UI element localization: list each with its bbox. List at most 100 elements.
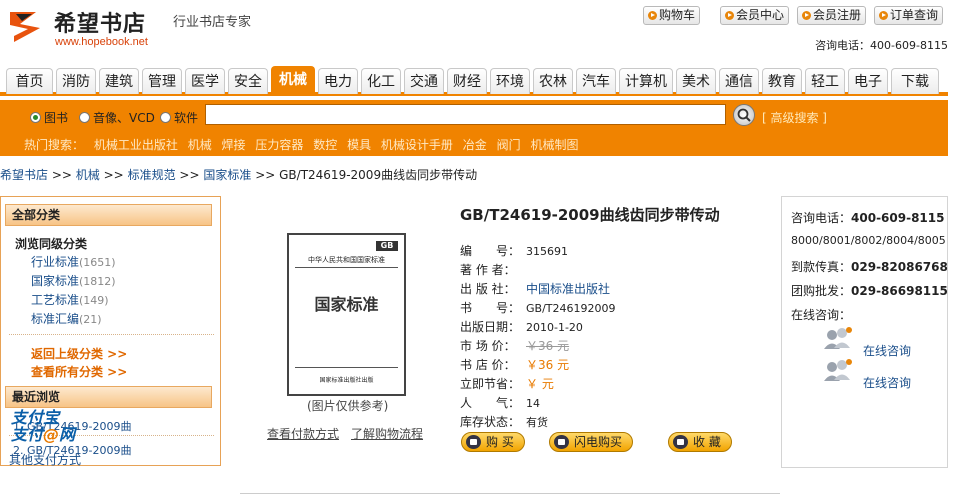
tab-electronics[interactable]: 电子 bbox=[848, 68, 888, 94]
quick-buy-button[interactable]: 闪电购买 bbox=[549, 432, 634, 452]
divider bbox=[295, 267, 398, 268]
arrow-icon bbox=[725, 11, 734, 20]
arrow-icon bbox=[648, 11, 657, 20]
hotline: 咨询电话：400-609-8115 bbox=[815, 39, 948, 52]
alipay-logo[interactable]: 支付宝 支付@网 bbox=[11, 409, 75, 443]
breadcrumb-machinery[interactable]: 机械 bbox=[76, 168, 100, 182]
online-consult-label: 在线咨询： bbox=[791, 308, 852, 322]
tab-light-industry[interactable]: 轻工 bbox=[805, 68, 845, 94]
cover-header: 中华人民共和国国家标准 bbox=[308, 256, 385, 264]
hot-search-label: 热门搜索： bbox=[24, 138, 85, 152]
same-level-heading: 浏览同级分类 bbox=[15, 237, 88, 251]
hot-term[interactable]: 压力容器 bbox=[255, 138, 303, 152]
cart-button[interactable]: 购物车 bbox=[643, 6, 701, 25]
field-stock: 库存状态： 有货 bbox=[460, 415, 548, 429]
site-url[interactable]: www.hopebook.net bbox=[55, 36, 148, 48]
cover-text: 国家标准 bbox=[314, 295, 379, 314]
tab-computer[interactable]: 计算机 bbox=[619, 68, 673, 94]
hot-term[interactable]: 冶金 bbox=[463, 138, 487, 152]
tab-fire[interactable]: 消防 bbox=[56, 68, 96, 94]
tab-machinery[interactable]: 机械 bbox=[271, 66, 315, 96]
cover-caption: (图片仅供参考) bbox=[307, 399, 389, 413]
shopping-flow-link[interactable]: 了解购物流程 bbox=[351, 425, 423, 442]
search-icon bbox=[737, 108, 751, 122]
tab-architecture[interactable]: 建筑 bbox=[99, 68, 139, 94]
back-to-parent-link[interactable]: 返回上级分类 >> bbox=[31, 345, 127, 362]
book-cover-image[interactable]: GB 中华人民共和国国家标准 国家标准 国家标准出版社出版 bbox=[287, 233, 406, 396]
online-consult-link[interactable]: 在线咨询 bbox=[863, 342, 911, 359]
contact-lines: 8000/8001/8002/8004/8005 bbox=[791, 234, 946, 247]
radio-icon bbox=[79, 112, 90, 123]
online-consult-link[interactable]: 在线咨询 bbox=[863, 374, 911, 391]
tab-download[interactable]: 下载 bbox=[891, 68, 939, 94]
category-industry-standards[interactable]: 行业标准(1651) bbox=[31, 253, 116, 270]
hot-term[interactable]: 机械工业出版社 bbox=[94, 138, 178, 152]
tab-art[interactable]: 美术 bbox=[676, 68, 716, 94]
field-publisher: 出 版 社： 中国标准出版社 bbox=[460, 282, 611, 296]
all-categories-heading: 全部分类 bbox=[5, 204, 212, 226]
breadcrumb-home[interactable]: 希望书店 bbox=[0, 168, 48, 182]
hot-term[interactable]: 机械制图 bbox=[530, 138, 578, 152]
advanced-search-link[interactable]: [ 高级搜索 ] bbox=[762, 109, 827, 126]
breadcrumb-standards[interactable]: 标准规范 bbox=[128, 168, 176, 182]
publisher-link[interactable]: 中国标准出版社 bbox=[526, 282, 610, 296]
tab-environment[interactable]: 环境 bbox=[490, 68, 530, 94]
member-center-button[interactable]: 会员中心 bbox=[720, 6, 790, 25]
radio-software[interactable]: 软件 bbox=[160, 109, 198, 126]
hot-search: 热门搜索： 机械工业出版社 机械 焊接 压力容器 数控 模具 机械设计手册 冶金… bbox=[24, 136, 584, 153]
recent-heading: 最近浏览 bbox=[5, 386, 212, 408]
divider bbox=[9, 334, 214, 335]
radio-audio-video[interactable]: 音像、VCD bbox=[79, 109, 155, 126]
hot-term[interactable]: 数控 bbox=[313, 138, 337, 152]
view-all-categories-link[interactable]: 查看所有分类 >> bbox=[31, 363, 127, 380]
category-national-standards[interactable]: 国家标准(1812) bbox=[31, 272, 116, 289]
other-payment-link[interactable]: 其他支付方式 bbox=[9, 451, 81, 468]
tab-finance[interactable]: 财经 bbox=[447, 68, 487, 94]
tab-auto[interactable]: 汽车 bbox=[576, 68, 616, 94]
divider bbox=[295, 367, 398, 368]
breadcrumb-national[interactable]: 国家标准 bbox=[203, 168, 251, 182]
buy-button[interactable]: 购 买 bbox=[461, 432, 525, 452]
tab-medicine[interactable]: 医学 bbox=[185, 68, 225, 94]
field-savings: 立即节省： ￥ 元 bbox=[460, 377, 554, 391]
contact-group-buy: 团购批发：029-86698115 bbox=[791, 284, 948, 298]
divider bbox=[240, 493, 780, 494]
tab-telecom[interactable]: 通信 bbox=[719, 68, 759, 94]
hot-term[interactable]: 阀门 bbox=[497, 138, 521, 152]
category-nav: 首页 消防 建筑 管理 医学 安全 机械 电力 化工 交通 财经 环境 农林 汽… bbox=[0, 66, 948, 96]
tab-education[interactable]: 教育 bbox=[762, 68, 802, 94]
category-process-standards[interactable]: 工艺标准(149) bbox=[31, 291, 109, 308]
search-bar: 图书 音像、VCD 软件 [ 高级搜索 ] 热门搜索： 机械工业出版社 机械 焊… bbox=[0, 100, 948, 156]
radio-icon bbox=[30, 112, 41, 123]
site-name: 希望书店 bbox=[54, 12, 147, 37]
chat-users-icon bbox=[824, 359, 852, 381]
hot-term[interactable]: 模具 bbox=[347, 138, 371, 152]
tab-traffic[interactable]: 交通 bbox=[404, 68, 444, 94]
gb-mark: GB bbox=[376, 241, 398, 251]
radio-books[interactable]: 图书 bbox=[30, 109, 68, 126]
field-market-price: 市 场 价： ￥36 元 bbox=[460, 339, 570, 353]
hot-term[interactable]: 机械 bbox=[188, 138, 212, 152]
tab-agriculture[interactable]: 农林 bbox=[533, 68, 573, 94]
field-publish-date: 出版日期： 2010-1-20 bbox=[460, 320, 583, 334]
hot-term[interactable]: 机械设计手册 bbox=[381, 138, 453, 152]
cart-icon bbox=[466, 435, 481, 449]
favorite-button[interactable]: 收 藏 bbox=[668, 432, 732, 452]
payment-method-link[interactable]: 查看付款方式 bbox=[267, 425, 339, 442]
lightning-icon bbox=[554, 435, 569, 449]
search-button[interactable] bbox=[733, 104, 755, 126]
radio-icon bbox=[160, 112, 171, 123]
register-button[interactable]: 会员注册 bbox=[797, 6, 867, 25]
category-standard-compilations[interactable]: 标准汇编(21) bbox=[31, 310, 102, 327]
hot-term[interactable]: 焊接 bbox=[222, 138, 246, 152]
cover-footer: 国家标准出版社出版 bbox=[319, 377, 374, 384]
tab-chemical[interactable]: 化工 bbox=[361, 68, 401, 94]
tab-safety[interactable]: 安全 bbox=[228, 68, 268, 94]
tab-power[interactable]: 电力 bbox=[318, 68, 358, 94]
field-popularity: 人 气： 14 bbox=[460, 396, 540, 410]
tab-home[interactable]: 首页 bbox=[6, 68, 53, 94]
search-input[interactable] bbox=[205, 104, 726, 125]
bookmark-icon bbox=[673, 435, 688, 449]
tab-management[interactable]: 管理 bbox=[142, 68, 182, 94]
order-query-button[interactable]: 订单查询 bbox=[874, 6, 944, 25]
